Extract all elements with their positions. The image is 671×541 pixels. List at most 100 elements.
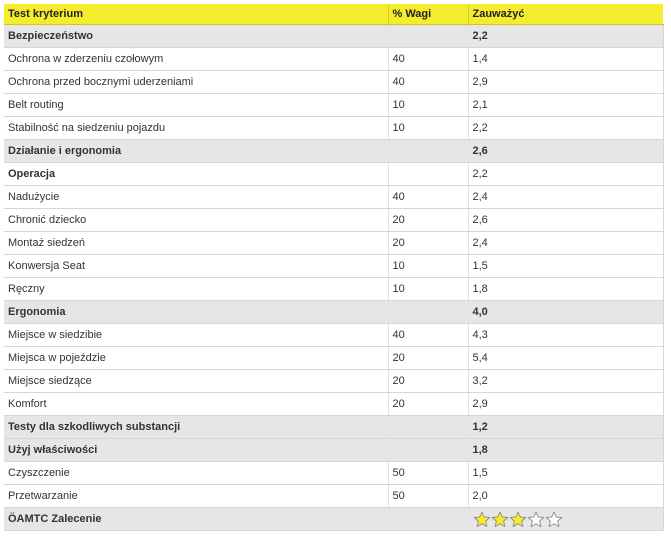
table-row: Ochrona przed bocznymi uderzeniami 40 2,9 [4, 70, 664, 94]
score-cell: 5,4 [468, 346, 664, 370]
rating-table: Test kryterium % Wagi Zauważyć Bezpiecze… [4, 4, 664, 531]
weight-cell: 20 [388, 208, 469, 232]
score-cell: 4,3 [468, 323, 664, 347]
table-row: Ręczny 10 1,8 [4, 277, 664, 301]
criterion-cell: Chronić dziecko [4, 208, 389, 232]
table-row: Czyszczenie 50 1,5 [4, 461, 664, 485]
table-row: Komfort 20 2,9 [4, 392, 664, 416]
table-body: Bezpieczeństwo 2,2 Ochrona w zderzeniu czo… [4, 24, 664, 531]
table-row: Nadużycie 40 2,4 [4, 185, 664, 209]
criterion-cell: Bezpieczeństwo [4, 24, 389, 48]
score-cell: 2,2 [468, 116, 664, 140]
criterion-cell: Ochrona w zderzeniu czołowym [4, 47, 389, 71]
table-row: Belt routing 10 2,1 [4, 93, 664, 117]
weight-cell [388, 300, 469, 324]
weight-cell [388, 438, 469, 462]
score-cell: 2,1 [468, 93, 664, 117]
criterion-cell: Komfort [4, 392, 389, 416]
score-cell: 1,5 [468, 254, 664, 278]
table-row: Montaż siedzeń 20 2,4 [4, 231, 664, 255]
weight-cell [388, 24, 469, 48]
weight-cell [388, 162, 469, 186]
score-cell: 2,4 [468, 185, 664, 209]
star-icon [509, 511, 527, 528]
star-icon [545, 511, 563, 528]
weight-cell: 40 [388, 323, 469, 347]
score-cell: 4,0 [468, 300, 664, 324]
section-row: Bezpieczeństwo 2,2 [4, 24, 664, 48]
star-icon [473, 511, 491, 528]
header-weight: % Wagi [388, 4, 469, 25]
score-cell: 1,2 [468, 415, 664, 439]
star-icon [491, 511, 509, 528]
table-row: Stabilność na siedzeniu pojazdu 10 2,2 [4, 116, 664, 140]
criterion-cell: Przetwarzanie [4, 484, 389, 508]
table-header: Test kryterium % Wagi Zauważyć [4, 4, 663, 25]
score-cell: 2,9 [468, 70, 664, 94]
score-cell: 2,6 [468, 208, 664, 232]
section-row: Działanie i ergonomia 2,6 [4, 139, 664, 163]
recommendation-weight-cell [388, 507, 469, 531]
weight-cell: 50 [388, 484, 469, 508]
weight-cell: 40 [388, 47, 469, 71]
subsection-row: Operacja 2,2 [4, 162, 664, 186]
weight-cell: 50 [388, 461, 469, 485]
table-row: Chronić dziecko 20 2,6 [4, 208, 664, 232]
criterion-cell: Miejsce siedzące [4, 369, 389, 393]
score-cell: 2,2 [468, 162, 664, 186]
recommendation-rating-cell [468, 507, 664, 531]
table-row: Miejsca w pojeździe 20 5,4 [4, 346, 664, 370]
weight-cell: 20 [388, 369, 469, 393]
weight-cell: 20 [388, 231, 469, 255]
weight-cell: 10 [388, 277, 469, 301]
criterion-cell: Ochrona przed bocznymi uderzeniami [4, 70, 389, 94]
section-row: Ergonomia 4,0 [4, 300, 664, 324]
header-score: Zauważyć [468, 4, 663, 25]
weight-cell [388, 415, 469, 439]
recommendation-label: ÖAMTC Zalecenie [4, 507, 389, 531]
weight-cell: 40 [388, 70, 469, 94]
weight-cell: 10 [388, 93, 469, 117]
header-criterion: Test kryterium [4, 4, 389, 25]
criterion-cell: Ergonomia [4, 300, 389, 324]
table-row: Ochrona w zderzeniu czołowym 40 1,4 [4, 47, 664, 71]
score-cell: 1,4 [468, 47, 664, 71]
score-cell: 2,0 [468, 484, 664, 508]
recommendation-row: ÖAMTC Zalecenie [4, 507, 664, 531]
weight-cell: 20 [388, 392, 469, 416]
star-icon [527, 511, 545, 528]
star-rating [473, 511, 563, 528]
score-cell: 3,2 [468, 369, 664, 393]
criterion-cell: Miejsce w siedzibie [4, 323, 389, 347]
criterion-cell: Użyj właściwości [4, 438, 389, 462]
table-row: Konwersja Seat 10 1,5 [4, 254, 664, 278]
score-cell: 1,8 [468, 438, 664, 462]
score-cell: 2,4 [468, 231, 664, 255]
rating-table-container: Test kryterium % Wagi Zauważyć Bezpiecze… [4, 4, 664, 531]
criterion-cell: Czyszczenie [4, 461, 389, 485]
criterion-cell: Testy dla szkodliwych substancji [4, 415, 389, 439]
criterion-cell: Ręczny [4, 277, 389, 301]
score-cell: 2,2 [468, 24, 664, 48]
section-row: Testy dla szkodliwych substancji 1,2 [4, 415, 664, 439]
table-row: Miejsce siedzące 20 3,2 [4, 369, 664, 393]
section-row: Użyj właściwości 1,8 [4, 438, 664, 462]
criterion-cell: Nadużycie [4, 185, 389, 209]
table-row: Przetwarzanie 50 2,0 [4, 484, 664, 508]
header-row: Test kryterium % Wagi Zauważyć [4, 4, 663, 25]
criterion-cell: Konwersja Seat [4, 254, 389, 278]
weight-cell: 40 [388, 185, 469, 209]
score-cell: 2,9 [468, 392, 664, 416]
criterion-cell: Operacja [4, 162, 389, 186]
score-cell: 1,5 [468, 461, 664, 485]
criterion-cell: Montaż siedzeń [4, 231, 389, 255]
criterion-cell: Miejsca w pojeździe [4, 346, 389, 370]
table-row: Miejsce w siedzibie 40 4,3 [4, 323, 664, 347]
score-cell: 1,8 [468, 277, 664, 301]
weight-cell [388, 139, 469, 163]
criterion-cell: Działanie i ergonomia [4, 139, 389, 163]
criterion-cell: Belt routing [4, 93, 389, 117]
weight-cell: 10 [388, 254, 469, 278]
criterion-cell: Stabilność na siedzeniu pojazdu [4, 116, 389, 140]
score-cell: 2,6 [468, 139, 664, 163]
